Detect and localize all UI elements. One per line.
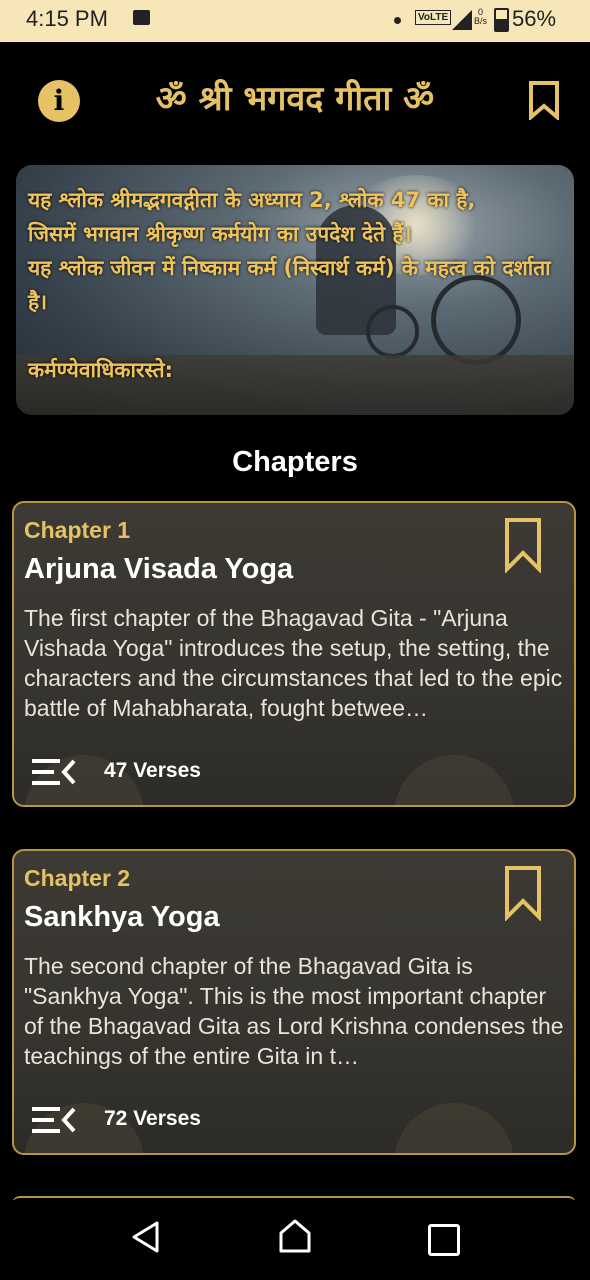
lotus-decoration <box>394 1103 514 1153</box>
chapter-card[interactable]: Chapter 2 Sankhya Yoga The second chapte… <box>12 849 576 1155</box>
data-rate: 0 B/s <box>474 7 488 26</box>
system-nav-bar <box>0 1200 590 1280</box>
app-bar: i ॐ श्री भगवद गीता ॐ <box>0 42 590 162</box>
info-icon[interactable]: i <box>38 80 80 122</box>
chapter-bookmark-icon[interactable] <box>504 865 542 921</box>
banner-text: यह श्लोक श्रीमद्भगवद्गीता के अध्याय 2, श… <box>28 188 551 382</box>
chapter-number: Chapter 2 <box>24 865 131 891</box>
chapter-number: Chapter 1 <box>24 517 131 543</box>
notification-dot-icon <box>394 17 401 24</box>
chapter-card[interactable]: Chapter 1 Arjuna Visada Yoga The first c… <box>12 501 576 807</box>
chapter-description: The second chapter of the Bhagavad Gita … <box>24 953 564 1069</box>
chapter-name: Arjuna Visada Yoga <box>24 553 294 585</box>
battery-percent: 56% <box>512 6 557 31</box>
verses-count: 47 Verses <box>104 759 201 782</box>
status-time: 4:15 PM <box>26 6 108 31</box>
section-title: Chapters <box>232 446 358 478</box>
status-bar: 4:15 PM VoLTE 0 B/s 56% <box>0 0 590 42</box>
volte-badge: VoLTE <box>415 10 452 25</box>
chapter-name: Sankhya Yoga <box>24 901 220 933</box>
lotus-decoration <box>394 755 514 805</box>
image-notification-icon <box>133 10 150 25</box>
chapter-bookmark-icon[interactable] <box>504 517 542 573</box>
verses-list-icon <box>32 1107 76 1133</box>
chapter-description: The first chapter of the Bhagavad Gita -… <box>24 605 563 721</box>
home-icon[interactable] <box>278 1218 312 1254</box>
shloka-banner[interactable]: यह श्लोक श्रीमद्भगवद्गीता के अध्याय 2, श… <box>16 165 574 415</box>
bookmark-icon[interactable] <box>526 80 562 120</box>
verses-list-icon <box>32 759 76 785</box>
verses-count: 72 Verses <box>104 1107 201 1130</box>
signal-icon <box>452 10 472 30</box>
app-title: ॐ श्री भगवद गीता ॐ <box>155 79 435 119</box>
battery-icon <box>494 8 509 32</box>
back-icon[interactable] <box>130 1220 160 1254</box>
recent-apps-icon[interactable] <box>428 1224 460 1256</box>
